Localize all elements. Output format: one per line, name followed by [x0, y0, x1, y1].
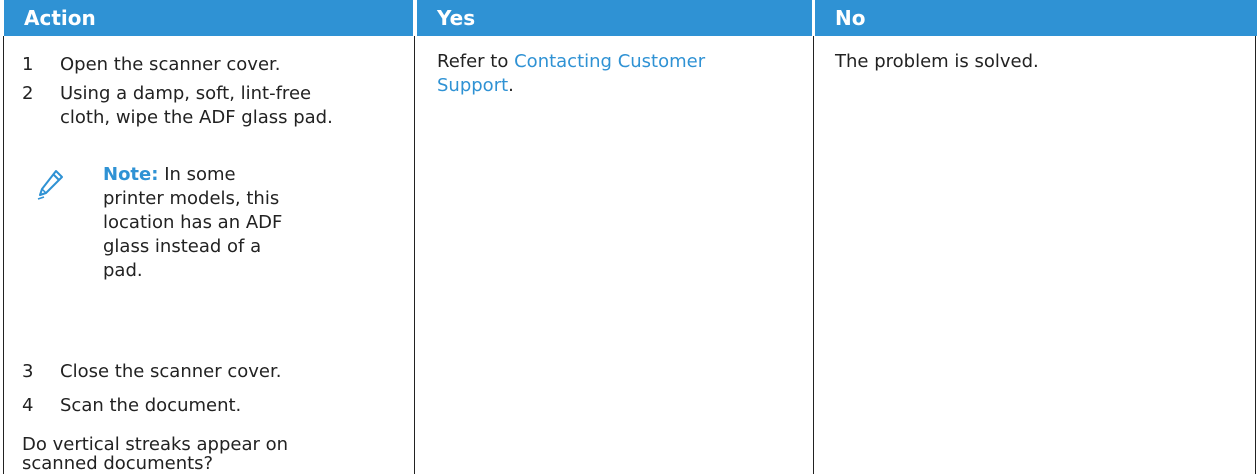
step-text: Scan the document. [60, 395, 242, 416]
column-divider [3, 36, 4, 474]
step-number: 3 [22, 361, 34, 382]
step-number: 4 [22, 395, 34, 416]
note: Note: In some printer models, this locat… [103, 163, 293, 283]
header-no: No [815, 0, 1257, 36]
step-number: 1 [22, 54, 34, 75]
pencil-icon [37, 170, 63, 200]
yes-prefix: Refer to [437, 51, 515, 72]
column-divider [813, 36, 814, 474]
step-number: 2 [22, 83, 34, 104]
note-label: Note: [103, 164, 159, 185]
step-text: Close the scanner cover. [60, 361, 282, 382]
question-text: Do vertical streaks appear on scanned do… [22, 434, 289, 474]
no-cell: The problem is solved. [835, 51, 1039, 72]
step-text: Open the scanner cover. [60, 54, 281, 75]
header-action: Action [4, 0, 413, 36]
column-divider [414, 36, 415, 474]
yes-cell: Refer to Contacting Customer Support. [437, 50, 787, 98]
troubleshooting-table: Action Yes No 1 Open the scanner cover. … [0, 0, 1257, 474]
column-divider [1255, 36, 1256, 474]
yes-suffix: . [508, 75, 514, 96]
step-text: Using a damp, soft, lint-free cloth, wip… [60, 83, 333, 128]
header-yes: Yes [417, 0, 812, 36]
